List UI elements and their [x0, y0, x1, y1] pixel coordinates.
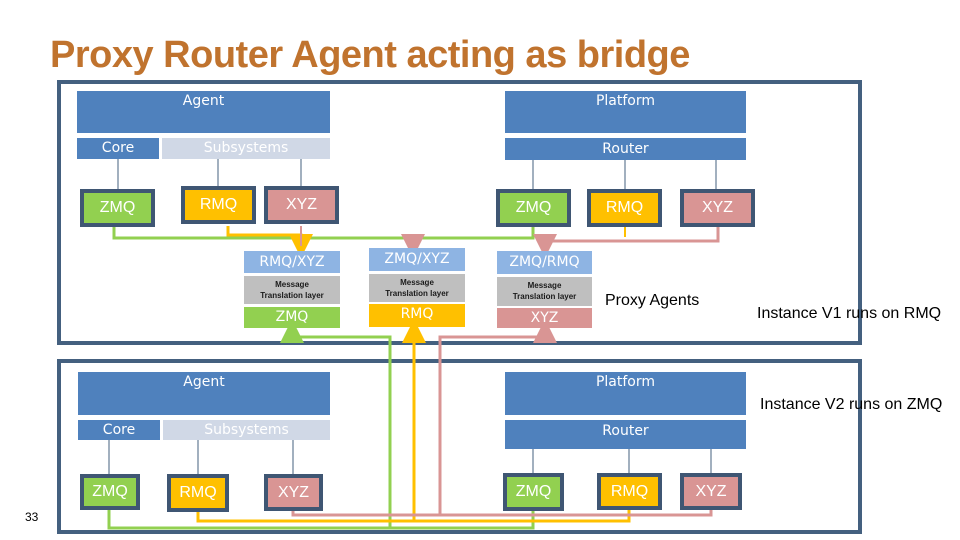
proxy-1-top: RMQ/XYZ — [244, 251, 340, 273]
wire-green-top — [112, 226, 535, 240]
v1-router-xyz: XYZ — [680, 189, 755, 227]
v1-agent-zmq: ZMQ — [80, 189, 155, 227]
instance-v1-label: Instance V1 runs on RMQ — [757, 305, 942, 322]
v2-router-zmq: ZMQ — [503, 473, 564, 511]
v2-router-xyz: XYZ — [680, 473, 742, 510]
v1-subsystems-block: Subsystems — [162, 138, 330, 159]
page-number: 33 — [25, 510, 39, 524]
proxy-agents-label: Proxy Agents — [605, 292, 700, 309]
v1-router-block: Router — [505, 138, 746, 160]
proxy-1-layer: Message Translation layer — [244, 276, 340, 304]
v2-agent-zmq: ZMQ — [80, 474, 140, 510]
v2-subsystems-block: Subsystems — [163, 420, 330, 440]
wire-yellow-top — [226, 226, 313, 258]
v1-agent-block: Agent — [77, 91, 330, 133]
v1-agent-xyz: XYZ — [264, 186, 339, 224]
proxy-2-top: ZMQ/XYZ — [369, 248, 465, 271]
v1-platform-block: Platform — [505, 91, 746, 133]
v2-router-rmq: RMQ — [597, 473, 662, 510]
v2-core-block: Core — [78, 420, 160, 440]
proxy-3-top: ZMQ/RMQ — [497, 251, 592, 274]
proxy-3-bottom: XYZ — [497, 308, 592, 328]
v1-core-block: Core — [77, 138, 159, 159]
wire-pink-right — [533, 226, 720, 258]
wire-pink-bottom-right — [440, 508, 713, 517]
v2-agent-rmq: RMQ — [167, 474, 229, 512]
instance-v2-label: Instance V2 runs on ZMQ — [760, 396, 943, 413]
v2-router-block: Router — [505, 420, 746, 449]
v2-agent-block: Agent — [78, 372, 330, 415]
proxy-3-layer: Message Translation layer — [497, 277, 592, 306]
proxy-2-bottom: RMQ — [369, 304, 465, 327]
v1-router-zmq: ZMQ — [496, 189, 571, 227]
connector-lines — [107, 158, 720, 530]
proxy-2-layer: Message Translation layer — [369, 274, 465, 302]
v2-agent-xyz: XYZ — [264, 474, 323, 511]
v2-platform-block: Platform — [505, 372, 746, 415]
v1-router-rmq: RMQ — [587, 189, 662, 227]
proxy-1-bottom: ZMQ — [244, 307, 340, 328]
v1-agent-rmq: RMQ — [181, 186, 256, 224]
wire-green-bottom-right — [390, 508, 535, 530]
